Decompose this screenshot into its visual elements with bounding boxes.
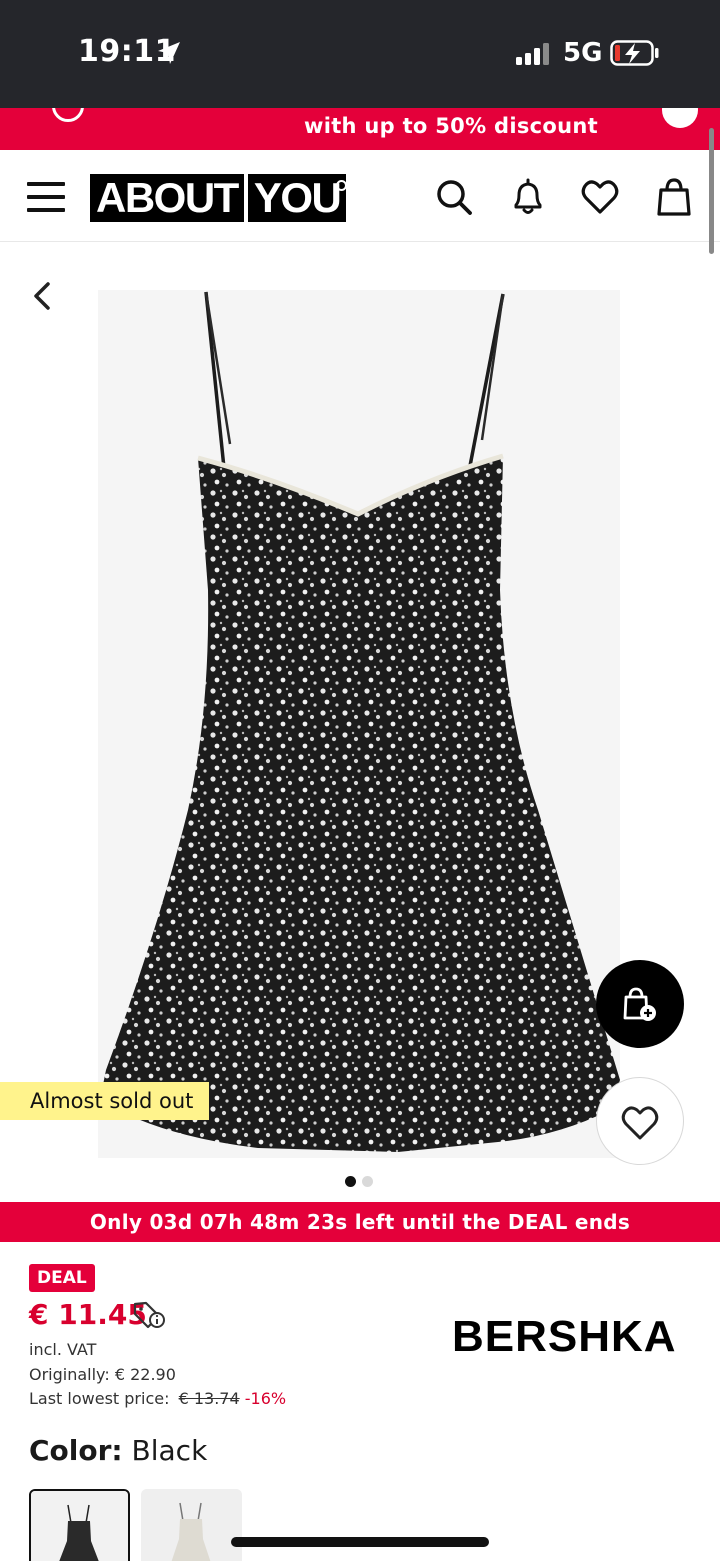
pagination-dot-1[interactable] [345, 1176, 356, 1187]
color-label: Color: [29, 1434, 123, 1467]
promo-banner[interactable]: with up to 50% discount [0, 108, 720, 150]
wishlist-button[interactable] [596, 1077, 684, 1165]
bell-icon[interactable] [508, 176, 548, 218]
color-swatch-black[interactable] [29, 1489, 130, 1561]
product-image[interactable] [98, 290, 620, 1158]
promo-text: with up to 50% discount [304, 114, 598, 138]
add-to-bag-button[interactable] [596, 960, 684, 1048]
original-price: Originally: € 22.90 [29, 1365, 176, 1384]
deal-badge: DEAL [29, 1264, 95, 1292]
home-indicator[interactable] [231, 1537, 489, 1547]
vat-note: incl. VAT [29, 1340, 97, 1359]
lowest-price-discount: -16% [244, 1389, 287, 1408]
menu-icon[interactable] [27, 182, 65, 212]
last-lowest-price: Last lowest price: € 13.74 -16% [29, 1389, 286, 1408]
logo-you: YOU [247, 174, 347, 222]
image-pagination[interactable] [345, 1176, 373, 1187]
logo-about: ABOUT [90, 174, 244, 222]
color-swatch-white[interactable] [141, 1489, 242, 1561]
price-tag-info-icon[interactable] [132, 1300, 168, 1330]
lowest-price-value: € 13.74 [178, 1389, 240, 1408]
deal-countdown-bar: Only 03d 07h 48m 23s left until the DEAL… [0, 1202, 720, 1242]
location-arrow-icon [158, 42, 180, 64]
scrollbar[interactable] [709, 128, 714, 254]
price: € 11.45 [29, 1298, 147, 1331]
color-value: Black [131, 1434, 208, 1467]
search-icon[interactable] [434, 176, 474, 218]
color-selector-label: Color: Black [29, 1434, 207, 1467]
shopping-bag-icon[interactable] [654, 176, 694, 218]
info-icon[interactable] [662, 108, 698, 128]
clock-icon [52, 108, 84, 122]
about-you-logo[interactable]: ABOUT YOU [90, 174, 347, 222]
heart-outline-icon [621, 1106, 659, 1140]
chevron-left-icon[interactable] [28, 280, 56, 312]
network-label: 5G [563, 38, 603, 68]
pagination-dot-2[interactable] [362, 1176, 373, 1187]
battery-charging-icon [610, 40, 659, 66]
lowest-price-label: Last lowest price: [29, 1389, 170, 1408]
add-to-bag-icon [623, 987, 656, 1021]
heart-icon[interactable] [580, 176, 620, 218]
almost-sold-out-badge: Almost sold out [0, 1082, 210, 1120]
brand-logo[interactable]: BERSHKA [452, 1312, 677, 1362]
cellular-signal-icon [516, 43, 549, 65]
status-bar: 19:11 5G [0, 0, 720, 108]
